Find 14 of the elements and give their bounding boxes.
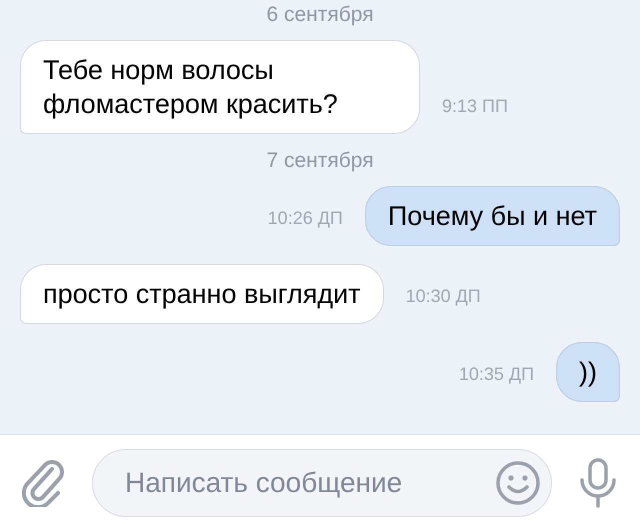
outgoing-message: )) (556, 342, 620, 402)
incoming-message: Тебе норм волосы фломастером красить? (20, 40, 420, 134)
emoji-icon[interactable] (495, 460, 541, 506)
microphone-icon[interactable] (578, 458, 618, 508)
outgoing-message: Почему бы и нет (364, 186, 620, 246)
date-separator: 6 сентября (265, 2, 375, 28)
message-time: 10:30 ДП (406, 285, 481, 308)
message-time: 10:26 ДП (268, 207, 343, 230)
message-time: 10:35 ДП (458, 363, 534, 386)
message-field[interactable]: Написать сообщение (92, 449, 552, 517)
message-time: 9:13 ПП (442, 95, 508, 118)
date-separator: 7 сентября (265, 148, 375, 174)
attach-icon[interactable] (22, 459, 66, 507)
incoming-message: просто странно выглядит (20, 264, 384, 324)
